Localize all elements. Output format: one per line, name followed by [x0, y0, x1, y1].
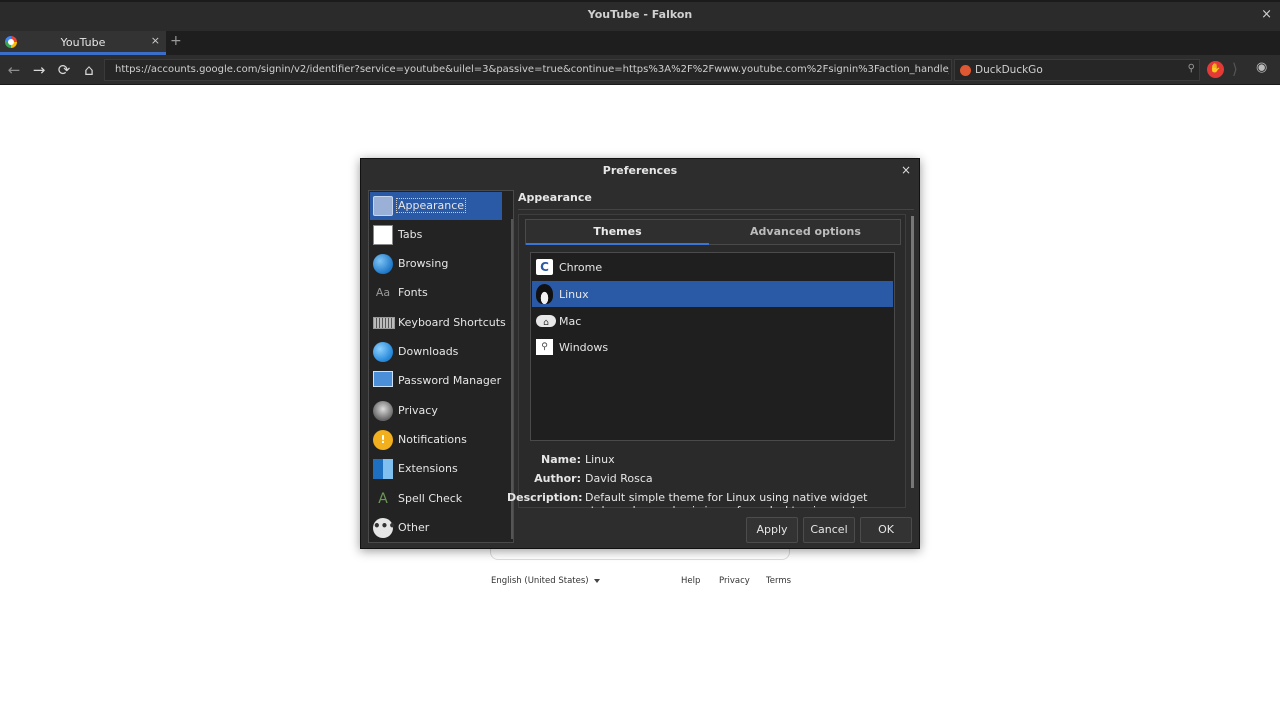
ok-button[interactable]: OK	[860, 517, 912, 543]
chevron-right-icon[interactable]: ⟩	[1232, 60, 1238, 78]
panel-tabs: Themes Advanced options	[525, 219, 901, 245]
theme-author-value: David Rosca	[585, 472, 653, 485]
navigation-toolbar: ← → ⟳ ⌂ https://accounts.google.com/sign…	[0, 55, 1280, 85]
more-icon: •••	[373, 518, 396, 538]
category-label: Privacy	[398, 404, 438, 417]
category-label: Spell Check	[398, 492, 463, 505]
theme-description-value: Default simple theme for Linux using nat…	[585, 491, 868, 508]
search-bar[interactable]: DuckDuckGo ⚲	[954, 59, 1200, 81]
panel-title: Appearance	[518, 191, 592, 204]
category-label: Other	[398, 521, 430, 534]
window-icon	[373, 225, 393, 245]
spellcheck-icon: A	[378, 491, 388, 507]
category-tabs[interactable]: Tabs	[370, 221, 502, 249]
tab-themes[interactable]: Themes	[526, 220, 709, 245]
download-icon	[373, 342, 393, 362]
reload-button[interactable]: ⟳	[54, 60, 74, 80]
category-extensions[interactable]: Extensions	[370, 455, 502, 483]
adblock-icon[interactable]: ✋	[1207, 61, 1224, 78]
search-engine-label: DuckDuckGo	[975, 64, 1043, 76]
panel-scrollbar[interactable]	[911, 216, 914, 488]
category-label: Browsing	[398, 257, 449, 270]
cancel-button[interactable]: Cancel	[803, 517, 855, 543]
url-text: https://accounts.google.com/signin/v2/id…	[115, 64, 949, 75]
category-appearance[interactable]: Appearance	[370, 192, 502, 220]
name-key: Name:	[541, 453, 581, 466]
category-browsing[interactable]: Browsing	[370, 250, 502, 278]
apply-button[interactable]: Apply	[746, 517, 798, 543]
notification-icon: !	[373, 430, 393, 450]
monitor-icon	[373, 371, 393, 387]
category-label: Fonts	[398, 286, 428, 299]
category-label: Password Manager	[398, 374, 502, 387]
language-label: English (United States)	[491, 576, 589, 586]
window-titlebar: YouTube - Falkon ×	[0, 0, 1280, 31]
terms-link[interactable]: Terms	[766, 576, 791, 586]
category-label: Extensions	[398, 462, 458, 475]
theme-label: Chrome	[559, 261, 603, 274]
tab-youtube[interactable]: YouTube ×	[0, 31, 166, 55]
category-label: Downloads	[398, 345, 459, 358]
globe-icon	[373, 254, 393, 274]
folder-icon	[373, 196, 393, 216]
home-button[interactable]: ⌂	[79, 60, 99, 80]
category-downloads[interactable]: Downloads	[370, 338, 502, 366]
dialog-title: Preferences	[602, 164, 678, 177]
search-icon[interactable]: ⚲	[1188, 63, 1195, 74]
category-label: Tabs	[398, 228, 423, 241]
tux-penguin-icon	[536, 284, 553, 304]
tab-bar: YouTube × +	[0, 31, 1280, 55]
fonts-icon: Aa	[375, 286, 391, 299]
window-title: YouTube - Falkon	[587, 8, 693, 21]
category-keyboard-shortcuts[interactable]: Keyboard Shortcuts	[370, 309, 506, 337]
back-button[interactable]: ←	[4, 60, 24, 80]
category-label: Keyboard Shortcuts	[398, 316, 506, 329]
theme-item-chrome[interactable]: C Chrome	[532, 254, 893, 280]
extension-icon	[373, 459, 393, 479]
theme-item-mac[interactable]: ⌂ Mac	[532, 308, 893, 334]
theme-item-windows[interactable]: ⚲ Windows	[532, 334, 893, 360]
theme-list: C Chrome Linux ⌂ Mac ⚲ Windows	[530, 252, 895, 441]
tab-advanced-options[interactable]: Advanced options	[714, 220, 897, 245]
dialog-close-button[interactable]: ×	[901, 163, 911, 177]
category-list: Appearance Tabs Browsing Aa Fonts Keyboa…	[368, 190, 514, 543]
category-password-manager[interactable]: Password Manager	[370, 367, 502, 395]
language-selector[interactable]: English (United States)	[491, 576, 600, 586]
privacy-link[interactable]: Privacy	[719, 576, 750, 586]
category-label: Appearance	[395, 198, 467, 213]
theme-label: Linux	[559, 288, 589, 301]
category-label: Notifications	[398, 433, 467, 446]
help-link[interactable]: Help	[681, 576, 700, 586]
description-key: Description:	[507, 491, 583, 504]
theme-label: Mac	[559, 315, 582, 328]
theme-label: Windows	[559, 341, 609, 354]
category-other[interactable]: ••• Other	[370, 514, 502, 542]
eye-icon[interactable]: ◉	[1256, 60, 1267, 75]
theme-item-linux[interactable]: Linux	[532, 281, 893, 307]
author-key: Author:	[534, 472, 581, 485]
keyboard-icon	[373, 317, 395, 329]
appearance-panel: Themes Advanced options C Chrome Linux ⌂…	[507, 214, 906, 508]
category-privacy[interactable]: Privacy	[370, 397, 502, 425]
url-bar[interactable]: https://accounts.google.com/signin/v2/id…	[104, 59, 952, 81]
category-notifications[interactable]: ! Notifications	[370, 426, 502, 454]
forward-button[interactable]: →	[29, 60, 49, 80]
theme-name-value: Linux	[585, 453, 615, 466]
panel-divider	[518, 209, 914, 210]
new-tab-button[interactable]: +	[170, 33, 182, 49]
tab-close-icon[interactable]: ×	[151, 34, 160, 47]
category-fonts[interactable]: Aa Fonts	[370, 279, 502, 307]
window-close-button[interactable]: ×	[1261, 7, 1272, 22]
caret-down-icon	[593, 578, 600, 583]
chrome-theme-icon: C	[536, 259, 553, 275]
privacy-icon	[373, 401, 393, 421]
category-spell-check[interactable]: A Spell Check	[370, 485, 502, 513]
preferences-dialog: Preferences × Appearance Tabs Browsing A…	[360, 158, 920, 549]
search-icon: ⚲	[536, 339, 553, 355]
duckduckgo-icon	[960, 65, 971, 76]
home-icon: ⌂	[536, 315, 556, 328]
tab-label: YouTube	[60, 36, 106, 49]
